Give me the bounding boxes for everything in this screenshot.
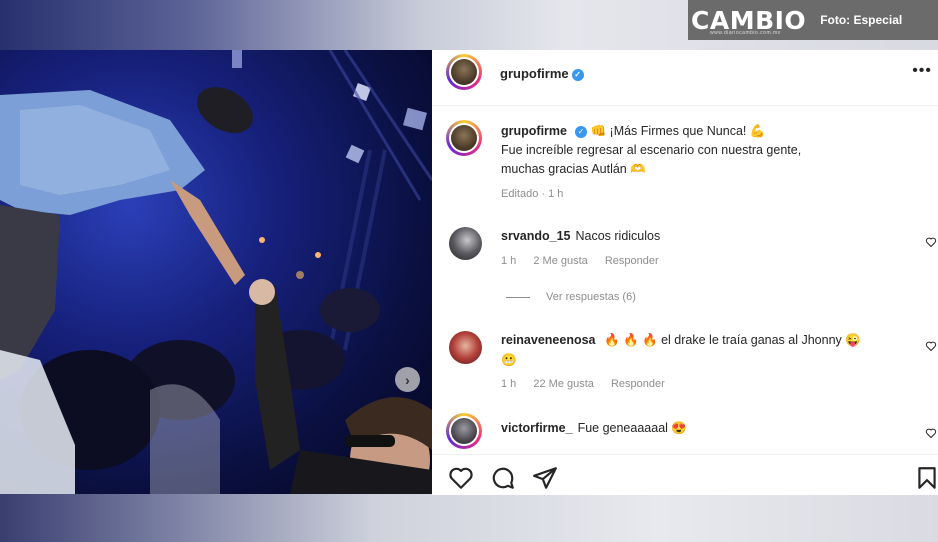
grimacing-emoji-icon: 😬 [501,353,517,367]
post-panel: grupofirme ✓ ••• grupofirme ✓ 👊 ¡Más Firme… [432,50,938,495]
comment-username[interactable]: srvando_15 [501,229,570,243]
comment-avatar[interactable] [446,413,482,449]
send-icon[interactable] [532,465,558,491]
comment-body: el drake le traía ganas al Jhonny [661,333,842,347]
winking-tongue-emoji-icon: 😜 [845,333,861,347]
comment-likes[interactable]: 22 Me gusta [533,378,594,390]
chevron-right-icon[interactable]: › [395,367,420,392]
post-photo[interactable]: › [0,50,432,494]
heart-icon[interactable] [448,465,474,491]
avatar[interactable] [446,54,482,90]
caption-line2: Fue increíble regresar al escenario con … [501,143,802,157]
comment-avatar[interactable] [449,331,482,364]
caption-avatar[interactable] [446,120,482,156]
background-blur-bottom [0,494,938,542]
heart-icon[interactable] [925,236,937,248]
cambio-watermark: CAMBIO www.diariocambio.com.mx Foto: Esp… [688,0,938,40]
caption: grupofirme ✓ 👊 ¡Más Firmes que Nunca! 💪 F… [501,122,801,179]
heart-icon[interactable] [925,427,937,439]
caption-meta: Editado · 1 h [501,188,577,200]
heart-eyes-emoji-icon: 😍 [671,421,687,435]
view-replies-label[interactable]: Ver respuestas (6) [546,291,636,303]
comment: reinaveneenosa 🔥 🔥 🔥 el drake le traía g… [501,330,911,370]
verified-badge-icon: ✓ [571,69,584,81]
flexed-biceps-emoji-icon: 💪 [749,124,766,138]
fist-emoji-icon: 👊 [590,124,607,138]
comment-time: 1 h [501,255,517,267]
hugging-emoji-icon: 🫶 [630,162,646,176]
comment-body: Nacos ridiculos [575,229,661,243]
comment-likes[interactable]: 2 Me gusta [533,255,587,267]
view-replies-button[interactable]: Ver respuestas (6) [506,291,636,303]
comment-body: Fue geneaaaaal [577,421,668,435]
reply-button[interactable]: Responder [611,378,665,390]
concert-scene [0,50,432,494]
edited-label: Editado · 1 h [501,188,564,200]
comment-time: 1 h [501,378,517,390]
fire-emoji-icon: 🔥 🔥 🔥 [603,333,658,347]
comment-username[interactable]: reinaveneenosa [501,333,596,347]
comment: victorfirme_ Fue geneaaaaal 😍 [501,418,687,438]
comment-meta: 1 h 2 Me gusta Responder [501,255,673,267]
divider-line [506,296,530,298]
heart-icon[interactable] [925,340,937,352]
caption-username[interactable]: grupofirme [501,124,567,138]
comment: srvando_15 Nacos ridiculos [501,226,660,246]
photo-credit: Foto: Especial [820,13,903,27]
post-actions-bar [432,454,938,495]
comment-avatar[interactable] [449,227,482,260]
caption-line3: muchas gracias Autlán [501,162,627,176]
comment-icon[interactable] [490,465,516,491]
more-options-icon[interactable]: ••• [912,62,932,80]
caption-line1: ¡Más Firmes que Nunca! [609,124,747,138]
post-header: grupofirme ✓ ••• [432,50,938,106]
comment-username[interactable]: victorfirme_ [501,421,573,435]
post-username-text[interactable]: grupofirme [500,66,569,81]
comment-meta: 1 h 22 Me gusta Responder [501,378,679,390]
bookmark-icon[interactable] [914,465,938,491]
brand-site: www.diariocambio.com.mx [710,30,781,36]
reply-button[interactable]: Responder [605,255,659,267]
post-username[interactable]: grupofirme ✓ [500,66,584,81]
verified-badge-icon: ✓ [574,126,587,138]
